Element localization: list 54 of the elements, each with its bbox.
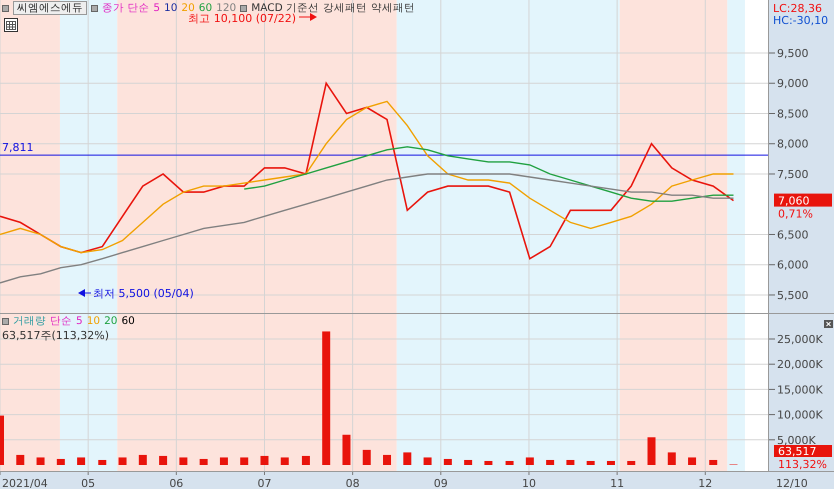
low-marker: 최저 5,500 (05/04) (93, 287, 194, 300)
date-label: 12/10 (776, 477, 808, 489)
arrow-icon (298, 13, 317, 21)
stock-name-button[interactable]: 씨엠에스에듀 (13, 1, 87, 15)
indicator-label: 약세패턴 (371, 2, 416, 14)
price-tag: 7,060 (774, 194, 832, 208)
legend-label: 단순 (50, 315, 72, 328)
date-label: 2021/04 (2, 477, 48, 489)
legend-label: 종가 단순 (102, 2, 150, 14)
volume-ratio: 113,32% (778, 458, 827, 471)
volume-tick: 10,000K (777, 408, 823, 422)
legend-period: 20 (104, 315, 118, 328)
price-tick: 7,500 (777, 168, 808, 181)
date-label: 08 (346, 477, 360, 489)
date-label: 09 (434, 477, 448, 489)
volume-tick: 20,000K (777, 358, 823, 372)
reference-value: 7,811 (2, 141, 34, 154)
date-label: 05 (81, 477, 96, 489)
price-tick: 6,500 (777, 228, 808, 242)
date-label: 07 (257, 477, 272, 489)
legend-period: 5 (153, 2, 160, 14)
volume-info: 63,517주(113,32%) (2, 328, 110, 343)
price-tick: 8,500 (777, 108, 808, 120)
price-tick: 6,000 (777, 258, 808, 272)
legend-period: 5 (76, 315, 83, 328)
bullet-icon (2, 318, 9, 325)
legend-period: 10 (164, 2, 178, 14)
legend-period: 10 (86, 315, 100, 328)
price-tick: 8,000 (777, 138, 808, 151)
date-label: 06 (169, 477, 184, 489)
volume-tick: 25,000K (777, 333, 823, 346)
volume-tick: 5,000K (777, 434, 816, 447)
indicator-label: 강세패턴 (323, 2, 368, 14)
legend-period: 60 (121, 315, 135, 328)
change-percent: 0,71% (778, 208, 813, 221)
volume-tick: 15,000K (777, 383, 823, 396)
volume-tag: 63,517 (774, 445, 832, 458)
date-label: 11 (610, 477, 624, 489)
hc-value: HC:-30,10 (773, 14, 828, 27)
high-marker: 최고 10,100 (07/22) (188, 12, 296, 25)
price-tick: 9,000 (777, 77, 808, 90)
close-icon[interactable] (824, 320, 833, 328)
date-label: 10 (522, 477, 536, 489)
lc-value: LC:28,36 (773, 2, 822, 15)
legend-label: 거래량 (13, 315, 46, 328)
legend-period: 120 (216, 2, 236, 14)
legend-period: 20 (181, 2, 195, 14)
arrow-icon (78, 289, 92, 297)
price-tick: 9,500 (777, 47, 808, 60)
price-tick: 5,500 (777, 288, 808, 302)
legend-period: 60 (198, 2, 212, 14)
date-label: 12 (698, 477, 712, 489)
indicator-label: MACD 기준선 (251, 2, 320, 14)
table-icon[interactable] (4, 18, 18, 32)
